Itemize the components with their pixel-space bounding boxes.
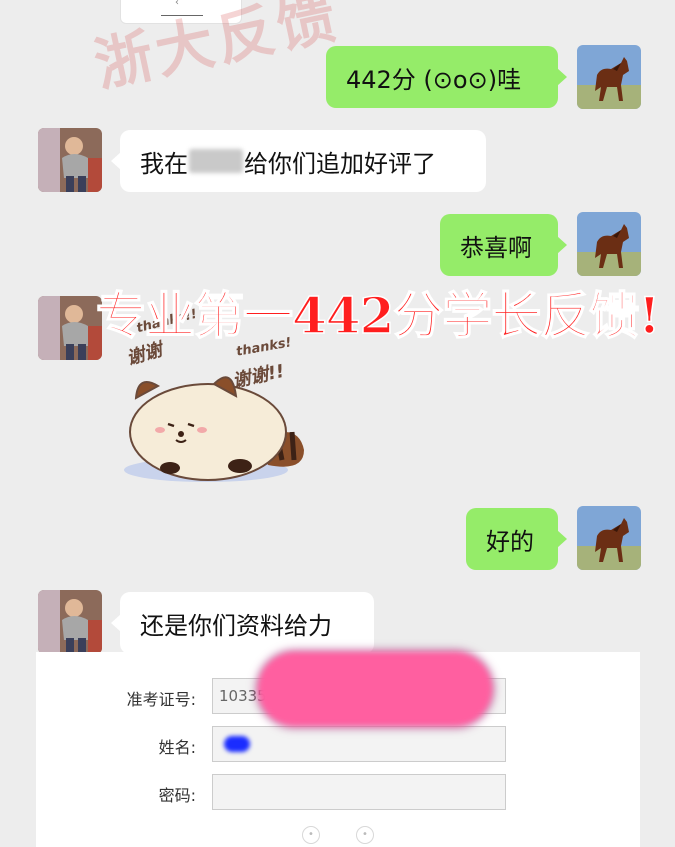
message-text: 好的 [486, 527, 534, 556]
message-bubble-received[interactable]: 还是你们资料给力 [111, 592, 374, 654]
message-bubble-sent[interactable]: 恭喜啊 [440, 214, 567, 276]
horse-avatar[interactable] [577, 212, 641, 276]
message-text: 442分 (⊙o⊙)哇 [346, 65, 522, 94]
message-text-after: 给你们追加好评了 [244, 149, 436, 178]
name-label: 姓名: [158, 738, 196, 757]
message-text-before: 我在 [140, 149, 188, 178]
chat-screen: ‹ 浙大反馈 442分 (⊙o⊙)哇 我在 给你们追加好评了 恭喜啊 thank… [0, 0, 675, 847]
person-avatar[interactable] [38, 590, 102, 654]
redaction-scribble-pink [258, 652, 492, 726]
message-bubble-received[interactable]: 我在 给你们追加好评了 [111, 130, 486, 192]
exam-id-label: 准考证号: [126, 690, 196, 709]
person-avatar[interactable] [38, 296, 102, 360]
redacted-platform-name [189, 149, 243, 173]
horse-avatar[interactable] [577, 45, 641, 109]
person-avatar[interactable] [38, 128, 102, 192]
name-input[interactable] [212, 726, 506, 762]
watermark: 浙大反馈 [88, 0, 346, 100]
horse-avatar[interactable] [577, 506, 641, 570]
message-bubble-sent[interactable]: 好的 [466, 508, 567, 570]
password-label: 密码: [158, 786, 196, 805]
password-input[interactable] [212, 774, 506, 810]
redaction-scribble-blue [224, 736, 250, 752]
footer-icon-right: • [356, 826, 374, 844]
message-text: 还是你们资料给力 [140, 611, 332, 640]
message-bubble-sent[interactable]: 442分 (⊙o⊙)哇 [326, 46, 567, 108]
message-text: 恭喜啊 [460, 233, 532, 262]
promo-banner-overlay: 专业第一442分学长反馈! [95, 285, 661, 346]
footer-icon-left: • [302, 826, 320, 844]
